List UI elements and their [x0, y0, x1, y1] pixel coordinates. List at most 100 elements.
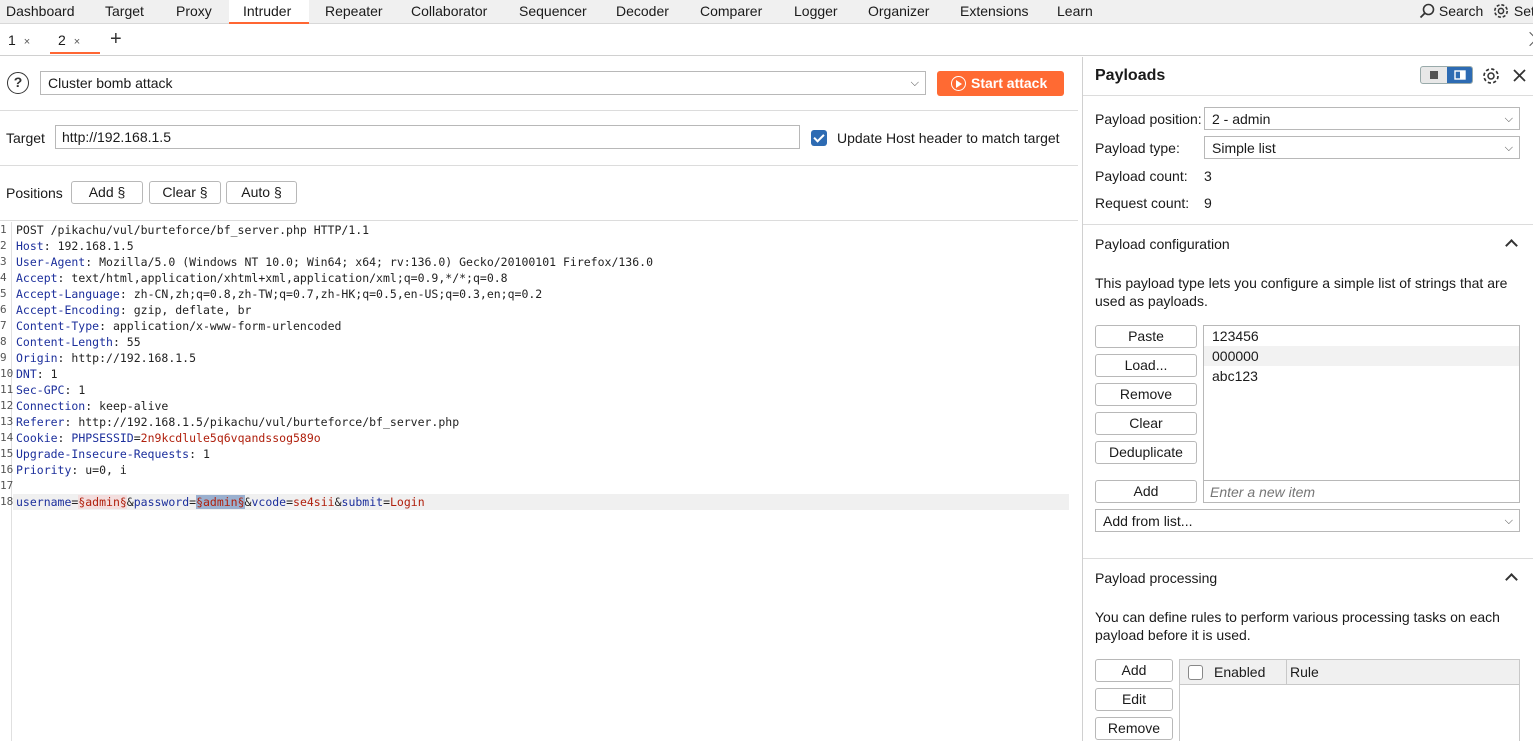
target-input[interactable]: http://192.168.1.5: [55, 125, 800, 149]
start-attack-label: Start attack: [971, 75, 1048, 91]
payload-processing-description: You can define rules to perform various …: [1095, 609, 1500, 643]
header-name: Priority: [16, 463, 72, 477]
add-item-button[interactable]: Add: [1095, 480, 1197, 503]
line-number: 4: [0, 271, 7, 284]
header-line: Referer: http://192.168.1.5/pikachu/vul/…: [16, 415, 460, 429]
chevron-up-icon[interactable]: [1505, 573, 1518, 586]
search-icon: [1419, 3, 1435, 19]
collapse-icon[interactable]: [1522, 31, 1533, 47]
tab-repeater[interactable]: Repeater: [325, 0, 383, 24]
line-number: 10: [0, 367, 14, 380]
target-row: Target http://192.168.1.5 Update Host he…: [0, 111, 1078, 166]
chevron-up-icon[interactable]: [1505, 239, 1518, 252]
auto-marker-button[interactable]: Auto §: [226, 181, 297, 204]
tab-sequencer[interactable]: Sequencer: [519, 0, 587, 24]
tab-proxy[interactable]: Proxy: [176, 0, 212, 24]
clear-marker-button[interactable]: Clear §: [149, 181, 221, 204]
header-value: Mozilla/5.0 (Windows NT 10.0; Win64; x64…: [92, 255, 653, 269]
list-item[interactable]: 123456: [1204, 326, 1519, 346]
header-name: Content-Length: [16, 335, 113, 349]
request-line: POST /pikachu/vul/burteforce/bf_server.p…: [16, 223, 370, 237]
list-item[interactable]: 000000: [1204, 346, 1519, 366]
payload-marker: §admin§: [78, 495, 127, 509]
settings-button[interactable]: Set: [1492, 0, 1533, 24]
payload-count-value: 3: [1204, 168, 1212, 184]
layout-right-option[interactable]: [1447, 67, 1472, 83]
load-button[interactable]: Load...: [1095, 354, 1197, 377]
enabled-all-checkbox[interactable]: [1188, 665, 1203, 680]
tab-organizer[interactable]: Organizer: [868, 0, 929, 24]
header-line: Cookie: PHPSESSID=2n9kcdlule5q6vqandssog…: [16, 431, 321, 445]
chevron-down-icon: ⌵: [1504, 142, 1513, 154]
attack-type-row: ? Cluster bomb attack ⌵ Start attack: [0, 57, 1078, 111]
line-number: 8: [0, 335, 7, 348]
enabled-column-header[interactable]: Enabled: [1214, 664, 1265, 680]
header-line: DNT: 1: [16, 367, 58, 381]
header-name: Upgrade-Insecure-Requests: [16, 447, 190, 461]
tab-extensions[interactable]: Extensions: [960, 0, 1028, 24]
help-icon[interactable]: ?: [7, 72, 29, 94]
layout-toggle[interactable]: [1420, 66, 1473, 84]
header-name: Sec-GPC: [16, 383, 65, 397]
close-icon[interactable]: ×: [74, 36, 80, 48]
new-tab-plus-icon[interactable]: +: [110, 27, 122, 51]
attack-type-select[interactable]: Cluster bomb attack ⌵: [40, 71, 926, 95]
line-number: 3: [0, 255, 7, 268]
header-line: Upgrade-Insecure-Requests: 1: [16, 447, 210, 461]
line-number: 11: [0, 383, 14, 396]
tab-comparer[interactable]: Comparer: [700, 0, 762, 24]
payload-position-select[interactable]: 2 - admin ⌵: [1204, 107, 1520, 130]
gear-icon[interactable]: [1481, 66, 1501, 86]
subtab-2[interactable]: 2 ×: [50, 28, 100, 54]
subtab-label: 1: [8, 32, 16, 48]
layout-left-option[interactable]: [1421, 67, 1447, 83]
line-number: 2: [0, 239, 7, 252]
tab-target[interactable]: Target: [105, 0, 144, 24]
clear-button[interactable]: Clear: [1095, 412, 1197, 435]
header-name: Accept-Language: [16, 287, 120, 301]
close-icon[interactable]: [1512, 68, 1527, 83]
tab-collaborator[interactable]: Collaborator: [411, 0, 487, 24]
tab-intruder[interactable]: Intruder: [229, 0, 309, 24]
payload-list[interactable]: 123456 000000 abc123: [1203, 325, 1520, 502]
add-from-list-select[interactable]: Add from list... ⌵: [1095, 509, 1520, 532]
subtab-1[interactable]: 1 ×: [0, 28, 38, 54]
close-icon[interactable]: ×: [24, 36, 30, 48]
remove-rule-button[interactable]: Remove: [1095, 717, 1173, 740]
update-host-checkbox[interactable]: [811, 130, 827, 146]
header-value: http://192.168.1.5: [64, 351, 197, 365]
request-count-value: 9: [1204, 195, 1212, 211]
search-button[interactable]: Search: [1419, 0, 1483, 24]
payloads-pane: Payloads Payload position: 2 - admin ⌵ P…: [1082, 57, 1533, 741]
payloads-title: Payloads: [1095, 67, 1166, 84]
rule-column-header[interactable]: Rule: [1290, 664, 1319, 680]
header-name: Origin: [16, 351, 58, 365]
request-editor[interactable]: 1 POST /pikachu/vul/burteforce/bf_server…: [0, 222, 1078, 741]
header-value: gzip, deflate, br: [126, 303, 252, 317]
header-line: Accept: text/html,application/xhtml+xml,…: [16, 271, 508, 285]
edit-rule-button[interactable]: Edit: [1095, 688, 1173, 711]
header-value: u=0, i: [78, 463, 127, 477]
tab-decoder[interactable]: Decoder: [616, 0, 669, 24]
paste-button[interactable]: Paste: [1095, 325, 1197, 348]
request-count-label: Request count:: [1095, 195, 1190, 211]
tab-learn[interactable]: Learn: [1057, 0, 1093, 24]
add-rule-button[interactable]: Add: [1095, 659, 1173, 682]
gear-icon: [1494, 4, 1508, 18]
remove-button[interactable]: Remove: [1095, 383, 1197, 406]
tab-dashboard[interactable]: Dashboard: [6, 0, 75, 24]
new-item-input[interactable]: [1203, 480, 1520, 503]
add-marker-button[interactable]: Add §: [71, 181, 143, 204]
header-line: Accept-Encoding: gzip, deflate, br: [16, 303, 252, 317]
list-item[interactable]: abc123: [1204, 366, 1519, 386]
header-line: User-Agent: Mozilla/5.0 (Windows NT 10.0…: [16, 255, 653, 269]
header-name: DNT: [16, 367, 37, 381]
deduplicate-button[interactable]: Deduplicate: [1095, 441, 1197, 464]
tab-logger[interactable]: Logger: [794, 0, 838, 24]
payload-type-select[interactable]: Simple list ⌵: [1204, 136, 1520, 159]
header-value: keep-alive: [92, 399, 169, 413]
header-value: text/html,application/xhtml+xml,applicat…: [64, 271, 508, 285]
start-attack-button[interactable]: Start attack: [937, 71, 1064, 96]
column-divider: [1286, 660, 1287, 684]
header-name: Host: [16, 239, 44, 253]
